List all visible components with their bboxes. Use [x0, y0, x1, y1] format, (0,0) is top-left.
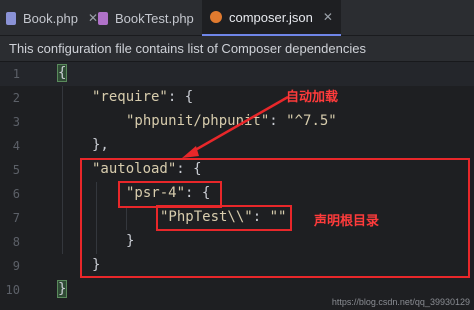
info-text: This configuration file contains list of…	[9, 41, 366, 56]
json-punctuation: :	[269, 113, 287, 129]
phpunit-file-icon	[98, 11, 108, 25]
watermark: https://blog.csdn.net/qq_39930129	[331, 297, 470, 307]
autoload-annotation: 自动加载	[286, 89, 339, 104]
line-number: 6	[12, 187, 20, 201]
code-line-1: {	[56, 64, 68, 82]
json-value: "^7.5"	[286, 113, 337, 129]
current-line-highlight	[0, 62, 474, 86]
line-number: 4	[12, 139, 20, 153]
line-number: 9	[12, 259, 20, 273]
php-file-icon	[6, 11, 16, 25]
tab-book-php[interactable]: Book.php ✕	[6, 0, 98, 36]
line-number: 10	[5, 283, 20, 297]
line-number: 8	[12, 235, 20, 249]
line-number: 2	[12, 91, 20, 105]
json-key: "phpunit/phpunit"	[126, 113, 270, 129]
tab-label: composer.json	[229, 9, 313, 25]
root-directory-annotation: 声明根目录	[314, 213, 380, 228]
line-number: 1	[12, 67, 20, 81]
tab-booktest-php[interactable]: BookTest.php ✕	[98, 0, 214, 36]
tab-label: Book.php	[23, 10, 78, 26]
json-punctuation: },	[92, 137, 109, 153]
json-punctuation: : {	[167, 89, 194, 105]
matched-brace: }	[56, 280, 68, 298]
tab-label: BookTest.php	[115, 10, 194, 26]
code-line-4: },	[92, 137, 109, 153]
line-number: 7	[12, 211, 20, 225]
code-line-3: "phpunit/phpunit": "^7.5"	[126, 113, 337, 129]
psr4-highlight-box	[118, 181, 222, 208]
tab-composer-json[interactable]: composer.json ✕	[202, 0, 341, 36]
code-line-10: }	[56, 280, 68, 298]
json-key: "require"	[92, 89, 168, 105]
editor-tab-bar: Book.php ✕ BookTest.php ✕ composer.json …	[0, 0, 474, 36]
indent-guide	[62, 86, 63, 254]
matched-brace: {	[56, 64, 68, 82]
close-icon[interactable]: ✕	[323, 10, 333, 24]
line-number: 5	[12, 163, 20, 177]
line-number: 3	[12, 115, 20, 129]
close-icon[interactable]: ✕	[88, 11, 98, 25]
file-info-bar: This configuration file contains list of…	[0, 36, 474, 62]
code-line-2: "require": {	[92, 89, 193, 105]
namespace-highlight-box	[156, 205, 292, 231]
composer-icon	[210, 11, 222, 23]
